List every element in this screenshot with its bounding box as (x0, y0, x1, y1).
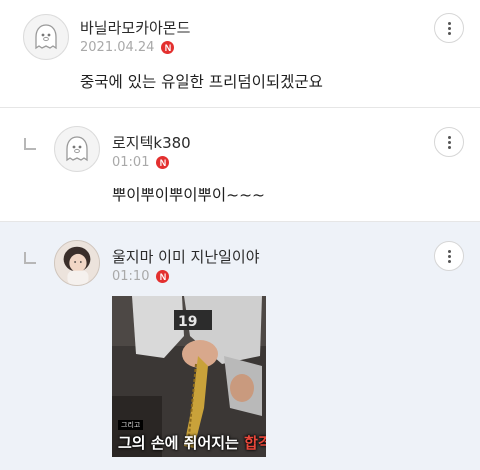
profile-photo (55, 241, 99, 285)
avatar[interactable] (54, 240, 100, 286)
svg-text:19: 19 (178, 314, 197, 330)
nickname[interactable]: 바닐라모카아몬드 (80, 17, 190, 38)
comment-date: 2021.04.24 (80, 40, 155, 55)
ghost-icon (66, 136, 88, 162)
image-caption: 그의 손에 쥐어지는 합격 목 (112, 432, 266, 453)
comment-meta: 2021.04.24 N (80, 40, 175, 55)
comment-text: 뿌이뿌이뿌이뿌이~~~ (112, 186, 266, 204)
caption-highlight: 합격 목 (244, 434, 266, 452)
more-options-button[interactable] (434, 241, 464, 271)
reply-arrow-icon (24, 138, 36, 150)
more-options-button[interactable] (434, 127, 464, 157)
comment-item: 바닐라모카아몬드 2021.04.24 N 중국에 있는 유일한 프리덤이되겠군… (0, 0, 480, 108)
comment-meta: 01:01 N (112, 155, 170, 170)
nickname[interactable]: 울지마 이미 지난일이야 (112, 246, 260, 267)
ghost-icon (35, 24, 57, 50)
caption-tag: 그리고 (118, 420, 144, 430)
reply-arrow-icon (24, 252, 36, 264)
reply-item: 울지마 이미 지난일이야 01:10 N 19 그리고 그의 손에 쥐어지는 합… (0, 222, 480, 470)
comment-date: 01:01 (112, 155, 150, 170)
new-badge: N (156, 156, 170, 169)
attached-image[interactable]: 19 그리고 그의 손에 쥐어지는 합격 목 (112, 296, 266, 457)
more-vertical-icon (447, 21, 451, 35)
avatar[interactable] (23, 14, 69, 60)
comment-date: 01:10 (112, 269, 150, 284)
more-vertical-icon (447, 249, 451, 263)
new-badge: N (161, 41, 175, 54)
avatar[interactable] (54, 126, 100, 172)
comment-text: 중국에 있는 유일한 프리덤이되겠군요 (80, 73, 323, 91)
caption-main: 그의 손에 쥐어지는 (118, 434, 245, 452)
reply-item: 로지텍k380 01:01 N 뿌이뿌이뿌이뿌이~~~ (0, 108, 480, 222)
comment-meta: 01:10 N (112, 269, 170, 284)
new-badge: N (156, 270, 170, 283)
more-options-button[interactable] (434, 13, 464, 43)
more-vertical-icon (447, 135, 451, 149)
nickname[interactable]: 로지텍k380 (112, 132, 191, 153)
